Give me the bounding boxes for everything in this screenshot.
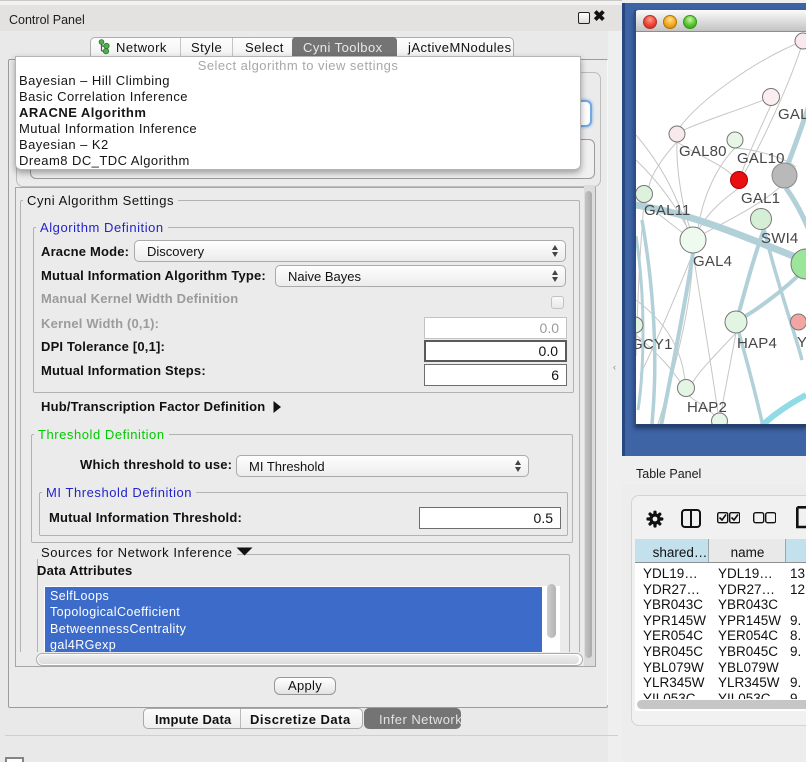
svg-text:GAL2: GAL2 <box>778 106 806 123</box>
svg-text:GAL11: GAL11 <box>644 202 691 219</box>
svg-text:GAL1: GAL1 <box>741 190 780 207</box>
svg-text:HAP2: HAP2 <box>687 399 727 416</box>
svg-text:SWI4: SWI4 <box>761 230 798 247</box>
svg-text:GAL4: GAL4 <box>693 253 732 270</box>
svg-text:YJ: YJ <box>797 334 806 351</box>
svg-text:HAP4: HAP4 <box>737 335 777 352</box>
svg-text:GAL10: GAL10 <box>737 150 785 167</box>
svg-text:GCY1: GCY1 <box>636 336 673 353</box>
svg-text:GAL80: GAL80 <box>679 143 727 160</box>
